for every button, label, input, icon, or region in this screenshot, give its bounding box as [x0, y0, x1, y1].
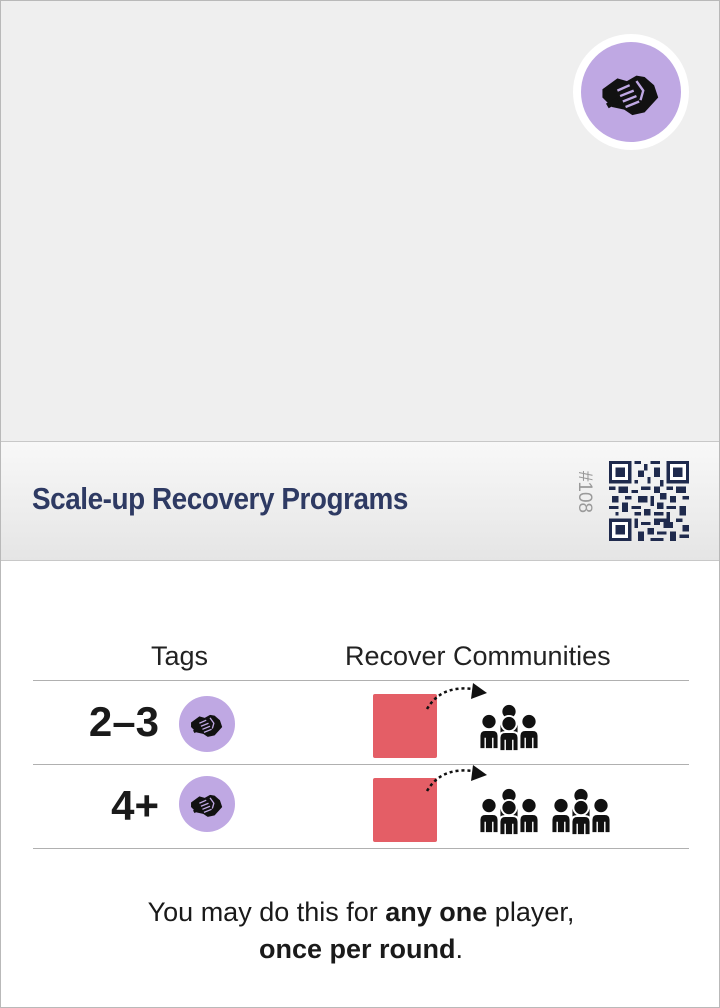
rule-text: You may do this for any one player, once… — [41, 894, 681, 968]
game-card: Scale-up Recovery Programs #108 Tags Rec… — [0, 0, 720, 1008]
handshake-icon — [190, 794, 223, 818]
tag-count-row2: 4+ — [111, 782, 159, 829]
tag-icon-row2 — [179, 776, 235, 832]
community-icon — [475, 785, 543, 837]
rule-text-emphasis: once per round — [258, 934, 456, 964]
rule-text-part: You may do this for — [147, 897, 386, 927]
divider — [33, 848, 689, 849]
rule-text-emphasis: any one — [385, 897, 488, 927]
rule-text-part: . — [455, 934, 464, 964]
header-recover-communities: Recover Communities — [345, 641, 611, 671]
community-icon — [475, 701, 543, 753]
header-tags: Tags — [151, 641, 209, 671]
divider — [33, 764, 689, 765]
card-title: Scale-up Recovery Programs — [32, 481, 408, 516]
card-art-area — [1, 1, 719, 442]
handshake-icon — [190, 714, 223, 738]
rule-text-part: player, — [487, 897, 575, 927]
category-badge — [573, 34, 689, 150]
qr-code[interactable] — [609, 461, 689, 541]
handshake-icon — [601, 74, 660, 117]
card-number: #108 — [574, 470, 595, 514]
tag-icon-row1 — [179, 696, 235, 752]
divider — [33, 680, 689, 681]
community-icon — [547, 785, 615, 837]
tag-count-row1: 2–3 — [88, 698, 159, 745]
